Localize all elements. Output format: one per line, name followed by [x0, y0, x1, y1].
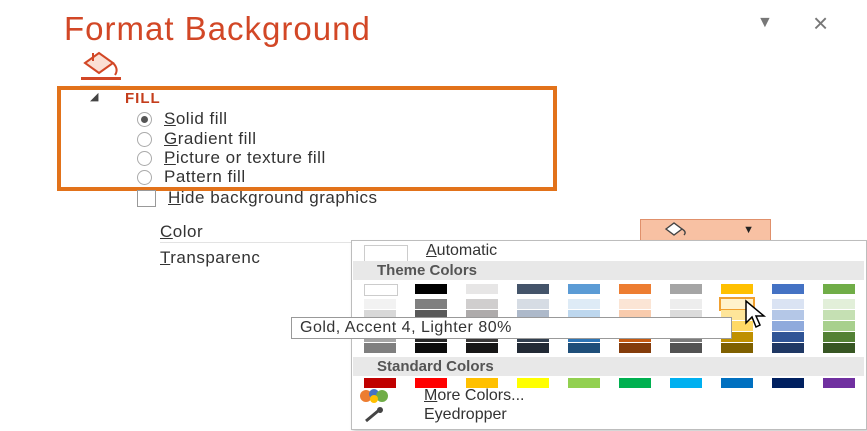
standard-color-swatch[interactable] [568, 378, 600, 388]
fill-line-tab-icon[interactable] [79, 47, 123, 81]
standard-color-swatch[interactable] [415, 378, 447, 388]
theme-color-swatch[interactable] [619, 299, 651, 309]
transparency-label: Transparenc [160, 248, 261, 267]
theme-color-swatch[interactable] [772, 284, 804, 294]
standard-color-swatch[interactable] [721, 378, 753, 388]
more-colors-option[interactable]: More Colors... [356, 387, 524, 405]
theme-color-swatch[interactable] [517, 299, 549, 309]
theme-color-swatch[interactable] [823, 310, 855, 320]
theme-color-swatch[interactable] [619, 343, 651, 353]
theme-color-swatch[interactable] [670, 343, 702, 353]
theme-color-swatch[interactable] [517, 284, 549, 294]
pattern-fill-radio[interactable]: Pattern fill [137, 167, 246, 187]
theme-color-swatch[interactable] [823, 321, 855, 331]
theme-color-swatch[interactable] [466, 299, 498, 309]
fill-section-heading[interactable]: FILL [125, 90, 161, 107]
color-wheel-icon [360, 389, 388, 403]
mouse-pointer-icon [745, 299, 767, 329]
gradient-fill-label: Gradient fill [164, 129, 257, 148]
standard-color-swatch[interactable] [619, 378, 651, 388]
theme-color-swatch[interactable] [364, 284, 398, 296]
theme-color-swatch[interactable] [772, 343, 804, 353]
paint-bucket-icon [663, 221, 689, 240]
automatic-option[interactable]: Automatic [426, 242, 497, 260]
collapse-arrow-icon[interactable]: ◢ [90, 90, 98, 103]
standard-color-swatch[interactable] [670, 378, 702, 388]
theme-colors-heading: Theme Colors [353, 261, 864, 280]
gradient-fill-radio[interactable]: Gradient fill [137, 129, 257, 149]
radio-selected-icon[interactable] [137, 111, 152, 127]
standard-color-swatch[interactable] [517, 378, 549, 388]
theme-color-swatch[interactable] [415, 284, 447, 294]
theme-color-swatch[interactable] [466, 284, 498, 294]
hide-background-graphics-label: Hide background graphics [168, 188, 378, 207]
theme-color-swatch[interactable] [466, 343, 498, 353]
theme-color-swatch[interactable] [772, 332, 804, 342]
swatch-tooltip: Gold, Accent 4, Lighter 80% [291, 317, 732, 339]
solid-fill-label: Solid fill [164, 109, 228, 128]
theme-color-swatch[interactable] [619, 284, 651, 294]
pattern-fill-label: Pattern fill [164, 167, 246, 186]
standard-colors-heading: Standard Colors [353, 357, 864, 376]
theme-color-swatch[interactable] [823, 343, 855, 353]
standard-color-swatch[interactable] [466, 378, 498, 388]
standard-color-swatch[interactable] [823, 378, 855, 388]
checkbox-icon[interactable] [137, 189, 156, 207]
theme-color-swatch[interactable] [670, 299, 702, 309]
radio-icon[interactable] [137, 131, 152, 147]
eyedropper-option[interactable]: Eyedropper [356, 406, 507, 424]
solid-fill-radio[interactable]: Solid fill [137, 109, 228, 129]
color-label: Color [160, 222, 204, 241]
standard-color-swatch[interactable] [772, 378, 804, 388]
theme-color-swatch[interactable] [568, 343, 600, 353]
theme-color-swatch[interactable] [568, 284, 600, 294]
fill-color-button[interactable]: ▼ [640, 219, 771, 241]
standard-color-swatch[interactable] [364, 378, 396, 388]
theme-color-swatch[interactable] [517, 343, 549, 353]
chevron-down-icon[interactable]: ▼ [743, 224, 754, 236]
theme-color-swatch[interactable] [364, 299, 396, 309]
theme-color-swatch[interactable] [364, 343, 396, 353]
theme-color-swatch[interactable] [772, 310, 804, 320]
radio-icon[interactable] [137, 169, 152, 185]
close-icon[interactable]: × [813, 8, 828, 39]
pane-title: Format Background [64, 10, 371, 47]
theme-color-swatch[interactable] [568, 299, 600, 309]
theme-color-swatch[interactable] [670, 284, 702, 294]
theme-color-swatch[interactable] [823, 284, 855, 294]
theme-color-swatch[interactable] [721, 284, 753, 294]
picture-fill-label: Picture or texture fill [164, 148, 326, 167]
eyedropper-icon [365, 407, 383, 423]
hide-background-graphics-checkbox[interactable]: Hide background graphics [137, 188, 378, 208]
radio-icon[interactable] [137, 150, 152, 166]
task-pane-options-icon[interactable]: ▼ [757, 14, 773, 32]
theme-color-swatch[interactable] [721, 343, 753, 353]
theme-color-swatch[interactable] [415, 343, 447, 353]
theme-color-swatch[interactable] [772, 299, 804, 309]
picture-fill-radio[interactable]: Picture or texture fill [137, 148, 326, 168]
theme-color-swatch[interactable] [823, 299, 855, 309]
theme-color-swatch[interactable] [772, 321, 804, 331]
theme-color-swatch[interactable] [823, 332, 855, 342]
theme-color-swatch[interactable] [415, 299, 447, 309]
